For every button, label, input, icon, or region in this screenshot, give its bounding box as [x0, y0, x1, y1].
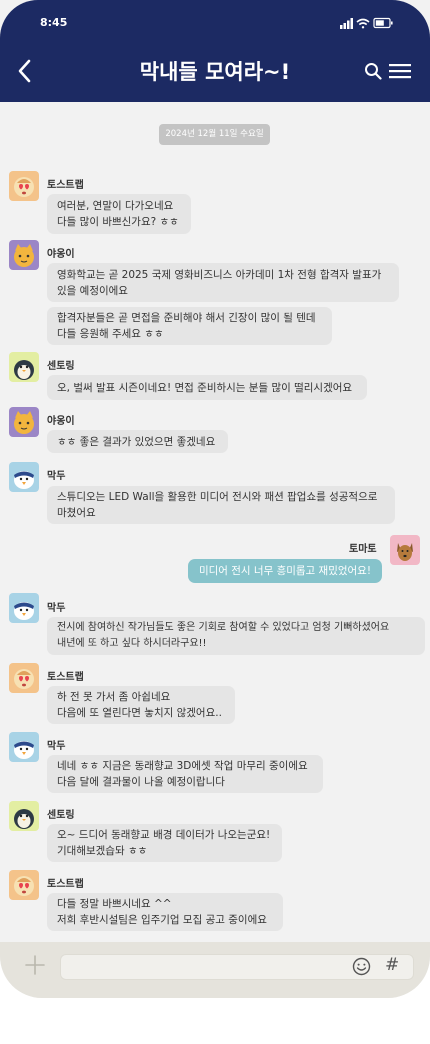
avatar-makdu[interactable]	[9, 593, 39, 623]
avatar-yaongi[interactable]	[9, 407, 39, 437]
wifi-icon	[356, 18, 370, 29]
date-divider: 2024년 12월 11일 수요일	[159, 124, 270, 145]
toast-face-icon	[14, 876, 34, 896]
avatar-makdu[interactable]	[9, 732, 39, 762]
plus-icon[interactable]	[24, 954, 46, 976]
message-bubble[interactable]: 전시에 참여하신 작가님들도 좋은 기회로 참여할 수 있었다고 엄청 기뻐하셨…	[47, 617, 425, 655]
signal-icon	[340, 18, 353, 29]
sender-name: 토마토	[349, 544, 377, 555]
message-bubble[interactable]: 하 전 못 가서 좀 아쉽네요 다음에 또 열린다면 놓치지 않겠어요..	[47, 686, 235, 724]
sender-name: 센토링	[47, 810, 75, 821]
avatar-makdu[interactable]	[9, 462, 39, 492]
sender-name: 막두	[47, 471, 66, 482]
message-bubble[interactable]: 오~ 드디어 동래향교 배경 데이터가 나오는군요! 기대해보겠습돠 ㅎㅎ	[47, 824, 282, 862]
avatar-toastlab[interactable]	[9, 171, 39, 201]
sender-name: 토스트랩	[47, 672, 84, 683]
message-bubble[interactable]: 영화학교는 곧 2025 국제 영화비즈니스 아카데미 1차 전형 합격자 발표…	[47, 263, 399, 302]
toast-face-icon	[14, 669, 34, 689]
status-time: 8:45	[40, 16, 68, 29]
avatar-tomato[interactable]	[390, 535, 420, 565]
sender-name: 야옹이	[47, 249, 75, 260]
cat-face-icon	[14, 411, 34, 434]
message-bubble[interactable]: 합격자분들은 곧 면접을 준비해야 해서 긴장이 많이 될 텐데 다들 응원해 …	[47, 307, 332, 345]
message-bubble[interactable]: 다들 정말 바쁘시네요 ^^ 저희 후반시설팀은 입주기업 모집 공고 중이에요	[47, 893, 283, 931]
message-bubble[interactable]: 스튜디오는 LED Wall을 활용한 미디어 전시와 패션 팝업쇼를 성공적으…	[47, 486, 395, 524]
penguin-face-icon	[14, 809, 34, 829]
cat-face-icon	[14, 244, 34, 267]
toast-face-icon	[14, 177, 34, 197]
message-bubble[interactable]: 오, 벌써 발표 시즌이네요! 면접 준비하시는 분들 많이 떨리시겠어요	[47, 375, 367, 400]
seagull-face-icon	[14, 471, 34, 489]
sender-name: 막두	[47, 741, 66, 752]
penguin-face-icon	[14, 360, 34, 380]
back-icon[interactable]	[14, 58, 38, 84]
chat-room-title: 막내들 모여라~!	[139, 60, 291, 84]
chat-screen: 8:45 막내들 모여라~! 2024년 12월 11일 수요일 토스트랩 여러…	[0, 0, 430, 998]
message-bubble[interactable]: 네네 ㅎㅎ 지금은 동래향교 3D에셋 작업 마무리 중이에요 다음 달에 결과…	[47, 755, 323, 793]
sender-name: 막두	[47, 603, 66, 614]
sender-name: 센토링	[47, 361, 75, 372]
hashtag-button[interactable]: #	[385, 955, 399, 975]
sender-name: 토스트랩	[47, 879, 84, 890]
my-message-bubble[interactable]: 미디어 전시 너무 흥미롭고 재밌었어요!	[188, 559, 382, 583]
status-icons	[340, 17, 393, 29]
dog-face-icon	[397, 543, 413, 561]
seagull-face-icon	[14, 741, 34, 759]
app-header: 8:45 막내들 모여라~!	[0, 0, 430, 102]
message-bubble[interactable]: 여러분, 연말이 다가오네요 다들 많이 바쁘신가요? ㅎㅎ	[47, 194, 191, 234]
sender-name: 야옹이	[47, 416, 75, 427]
battery-icon	[373, 17, 393, 29]
avatar-toastlab[interactable]	[9, 870, 39, 900]
avatar-sentoring[interactable]	[9, 801, 39, 831]
sender-name: 토스트랩	[47, 180, 84, 191]
avatar-sentoring[interactable]	[9, 352, 39, 382]
emoji-icon[interactable]	[352, 957, 371, 976]
seagull-face-icon	[14, 602, 34, 620]
search-icon[interactable]	[364, 62, 382, 80]
hamburger-menu-icon[interactable]	[389, 63, 411, 79]
message-bubble[interactable]: ㅎㅎ 좋은 결과가 있었으면 좋겠네요	[47, 430, 228, 453]
avatar-toastlab[interactable]	[9, 663, 39, 693]
avatar-yaongi[interactable]	[9, 240, 39, 270]
